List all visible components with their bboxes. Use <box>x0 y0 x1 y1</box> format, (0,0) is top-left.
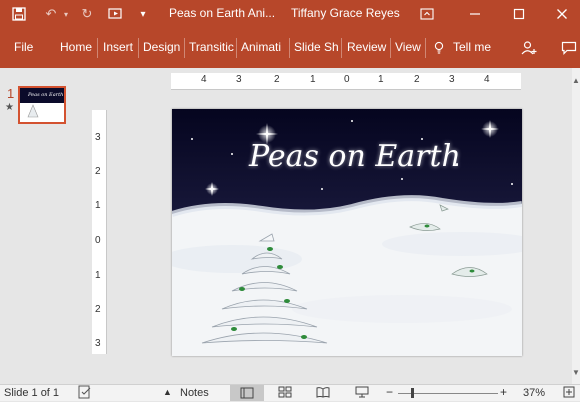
ribbon-tabs: File Home Insert Design Transitic Animat… <box>0 28 580 68</box>
ruler-tick-label: 4 <box>484 74 490 85</box>
tab-separator <box>97 38 98 58</box>
ruler-tick-label: 2 <box>95 304 101 315</box>
tab-separator <box>184 38 185 58</box>
zoom-in-button[interactable]: + <box>500 385 507 399</box>
notes-button[interactable]: Notes <box>180 387 209 399</box>
minimize-icon[interactable] <box>466 5 484 23</box>
vertical-ruler: 3 2 1 0 1 2 3 <box>92 110 107 354</box>
share-person-icon[interactable] <box>520 39 538 57</box>
tab-transitions[interactable]: Transitic <box>189 40 234 54</box>
normal-view-button[interactable] <box>230 385 264 401</box>
scroll-up-icon[interactable]: ▲ <box>572 76 580 85</box>
horizontal-ruler: 4 3 2 1 0 1 2 3 4 <box>171 73 521 90</box>
tab-separator <box>289 38 290 58</box>
thumbnail-title: Peas on Earth <box>28 92 64 98</box>
tell-me-search[interactable]: Tell me <box>453 40 491 54</box>
ruler-tick-label: 0 <box>344 74 350 85</box>
slide-number: 1 <box>7 86 15 101</box>
slide-canvas[interactable]: Peas on Earth <box>172 109 522 356</box>
thumbnail-tree-icon <box>27 104 39 118</box>
ruler-tick-label: 2 <box>414 74 420 85</box>
slide-thumbnail[interactable]: Peas on Earth <box>18 86 66 124</box>
ribbon-display-options-icon[interactable] <box>418 5 436 23</box>
redo-icon[interactable]: ↻ <box>78 5 96 23</box>
ruler-tick-label: 1 <box>95 200 101 211</box>
notes-arrow-icon[interactable]: ▲ <box>163 387 172 397</box>
start-from-beginning-icon[interactable] <box>106 5 126 23</box>
vertical-scrollbar[interactable]: ▲ ▼ <box>572 68 580 384</box>
undo-icon[interactable]: ↶ <box>42 5 60 23</box>
zoom-slider-thumb[interactable] <box>411 388 414 398</box>
save-icon[interactable] <box>10 5 28 23</box>
reading-view-icon[interactable] <box>316 386 330 401</box>
slide-sorter-icon[interactable] <box>278 386 292 401</box>
spelling-check-icon[interactable] <box>78 385 92 402</box>
slide-thumbnail-pane: 1 ★ Peas on Earth <box>0 68 86 384</box>
tab-home[interactable]: Home <box>60 40 92 54</box>
tab-separator <box>425 38 426 58</box>
slide-indicator: Slide 1 of 1 <box>4 387 60 399</box>
ruler-tick-label: 3 <box>449 74 455 85</box>
zoom-level[interactable]: 37% <box>523 387 545 399</box>
status-bar: Slide 1 of 1 ▲ Notes − + 37% <box>0 384 580 401</box>
ruler-tick-label: 1 <box>310 74 316 85</box>
undo-dropdown-icon[interactable]: ▾ <box>62 5 70 23</box>
ruler-tick-label: 3 <box>95 338 101 349</box>
tab-separator <box>341 38 342 58</box>
tab-insert[interactable]: Insert <box>103 40 133 54</box>
ruler-tick-label: 4 <box>201 74 207 85</box>
customize-qat-icon[interactable]: ▾ <box>136 5 150 23</box>
zoom-out-button[interactable]: − <box>386 385 393 399</box>
fit-to-window-icon[interactable] <box>563 386 575 401</box>
tab-review[interactable]: Review <box>347 40 386 54</box>
ruler-tick-label: 3 <box>236 74 242 85</box>
lightbulb-icon[interactable] <box>433 39 445 57</box>
ruler-tick-label: 2 <box>95 166 101 177</box>
document-title: Peas on Earth Ani... <box>169 6 276 20</box>
ruler-tick-label: 2 <box>274 74 280 85</box>
tab-file[interactable]: File <box>14 40 33 54</box>
tab-separator <box>390 38 391 58</box>
tab-view[interactable]: View <box>395 40 421 54</box>
ruler-tick-label: 1 <box>95 270 101 281</box>
ruler-tick-label: 0 <box>95 235 101 246</box>
tab-separator <box>138 38 139 58</box>
tab-separator <box>236 38 237 58</box>
slide-show-icon[interactable] <box>355 386 369 401</box>
close-icon[interactable] <box>553 5 571 23</box>
user-name[interactable]: Tiffany Grace Reyes <box>291 6 400 20</box>
ruler-tick-label: 1 <box>378 74 384 85</box>
ruler-tick-label: 3 <box>95 132 101 143</box>
tab-animations[interactable]: Animati <box>241 40 281 54</box>
tab-slide-show[interactable]: Slide Sh <box>294 40 339 54</box>
slide-title[interactable]: Peas on Earth <box>249 139 461 174</box>
scroll-down-icon[interactable]: ▼ <box>572 368 580 377</box>
tab-design[interactable]: Design <box>143 40 180 54</box>
maximize-icon[interactable] <box>510 5 528 23</box>
animation-star-icon: ★ <box>5 102 14 113</box>
comments-icon[interactable] <box>560 39 578 57</box>
title-bar: ↶ ▾ ↻ ▾ Peas on Earth Ani... Tiffany Gra… <box>0 0 580 28</box>
